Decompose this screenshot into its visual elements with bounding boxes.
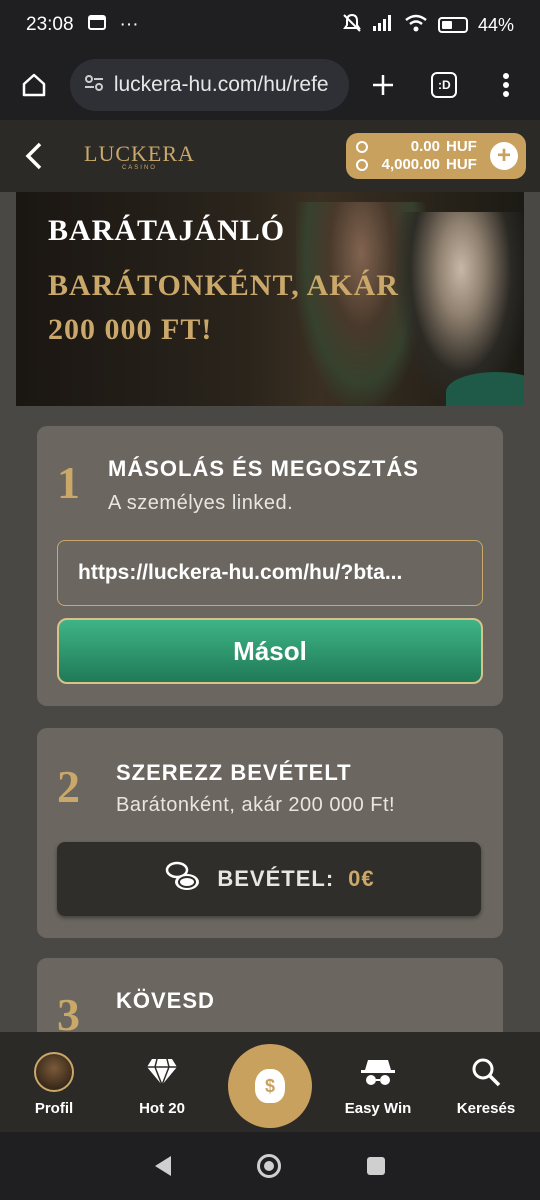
signal-icon (372, 14, 394, 37)
nav-hot-label: Hot 20 (139, 1100, 185, 1117)
step-desc: Barátonként, akár 200 000 Ft! (116, 794, 396, 816)
tab-switcher-label: :D (431, 72, 458, 98)
step-number: 3 (57, 989, 80, 1032)
avatar (34, 1052, 74, 1092)
address-bar[interactable]: luckera-hu.com/hu/refe (69, 59, 349, 111)
tab-switcher-button[interactable]: :D (424, 65, 464, 105)
earnings-label: BEVÉTEL: (217, 866, 335, 891)
home-icon[interactable] (14, 65, 54, 105)
url-text: luckera-hu.com/hu/refe (113, 73, 329, 96)
wifi-icon (404, 14, 428, 37)
nav-profile-label: Profil (34, 1100, 74, 1117)
nav-profile[interactable]: Profil (0, 1052, 108, 1117)
earnings-value: 0€ (348, 866, 375, 891)
referral-link-field[interactable]: https://luckera-hu.com/hu/?bta... (57, 540, 483, 606)
banner-title: BARÁTAJÁNLÓ (48, 214, 286, 247)
balance-bonus-currency: HUF (446, 138, 477, 155)
step-card-earn: 2 SZEREZZ BEVÉTELT Barátonként, akár 200… (37, 728, 503, 938)
referral-content: BARÁTAJÁNLÓ BARÁTONKÉNT, AKÁR 200 000 FT… (0, 192, 540, 1032)
system-navigation (0, 1132, 540, 1200)
logo-text: LUCKERA (84, 141, 195, 166)
balance-main-amount: 4,000.00 (381, 156, 440, 173)
battery-percent: 44% (477, 14, 514, 35)
step-desc: A személyes linked. (108, 492, 294, 514)
status-bar: 23:08 ··· 44% (0, 0, 540, 50)
step-title: KÖVESD (116, 988, 215, 1013)
home-circle-icon[interactable] (257, 1154, 281, 1178)
recents-icon[interactable] (367, 1157, 385, 1175)
nav-easy-win[interactable]: Easy Win (324, 1052, 432, 1117)
balance-widget[interactable]: 0.00 HUF 4,000.00 HUF + (346, 133, 526, 179)
diamond-icon (145, 1052, 179, 1092)
coins-icon (163, 860, 203, 899)
nav-hot-20[interactable]: Hot 20 (108, 1052, 216, 1117)
step-title: MÁSOLÁS ÉS MEGOSZTÁS (108, 456, 419, 481)
luckera-logo[interactable]: LUCKERA CASINO (84, 141, 195, 171)
menu-kebab-icon[interactable] (486, 65, 526, 105)
coin-icon (356, 159, 368, 171)
incognito-icon (360, 1052, 396, 1092)
step-card-follow: 3 KÖVESD (37, 958, 503, 1032)
earnings-box: BEVÉTEL: 0€ (57, 842, 481, 916)
logo-subtext: CASINO (121, 165, 157, 171)
browser-toolbar: luckera-hu.com/hu/refe :D (0, 50, 540, 120)
new-tab-icon[interactable] (363, 65, 403, 105)
copy-button[interactable]: Másol (57, 618, 483, 684)
step-number: 1 (57, 457, 80, 508)
search-icon (471, 1052, 501, 1092)
step-number: 2 (57, 761, 80, 812)
calendar-icon (87, 14, 106, 36)
bottom-navigation: Profil Hot 20 Easy Win Keresés $ (0, 1032, 540, 1132)
more-notifications: ··· (119, 14, 139, 35)
back-icon[interactable] (155, 1156, 171, 1176)
site-settings-icon[interactable] (84, 73, 104, 98)
back-arrow-icon[interactable] (14, 136, 54, 176)
step-title: SZEREZZ BEVÉTELT (116, 760, 352, 785)
nav-easy-win-label: Easy Win (344, 1100, 412, 1117)
nav-search-label: Keresés (456, 1100, 516, 1117)
status-time: 23:08 (26, 14, 74, 35)
banner-subtitle: BARÁTONKÉNT, AKÁR 200 000 FT! (48, 269, 399, 346)
balance-main-currency: HUF (446, 156, 477, 173)
mute-icon (342, 13, 362, 38)
app-header: LUCKERA CASINO 0.00 HUF 4,000.00 HUF + (0, 120, 540, 192)
money-bag-icon: $ (255, 1069, 285, 1103)
step-card-copy: 1 MÁSOLÁS ÉS MEGOSZTÁS A személyes linke… (37, 426, 503, 706)
bonus-icon (356, 141, 368, 153)
nav-search[interactable]: Keresés (432, 1052, 540, 1117)
cashier-button[interactable]: $ (228, 1044, 312, 1128)
referral-banner: BARÁTAJÁNLÓ BARÁTONKÉNT, AKÁR 200 000 FT… (16, 192, 524, 406)
deposit-plus-button[interactable]: + (490, 142, 518, 170)
balance-bonus-amount: 0.00 (410, 138, 440, 155)
battery-icon (437, 17, 468, 33)
